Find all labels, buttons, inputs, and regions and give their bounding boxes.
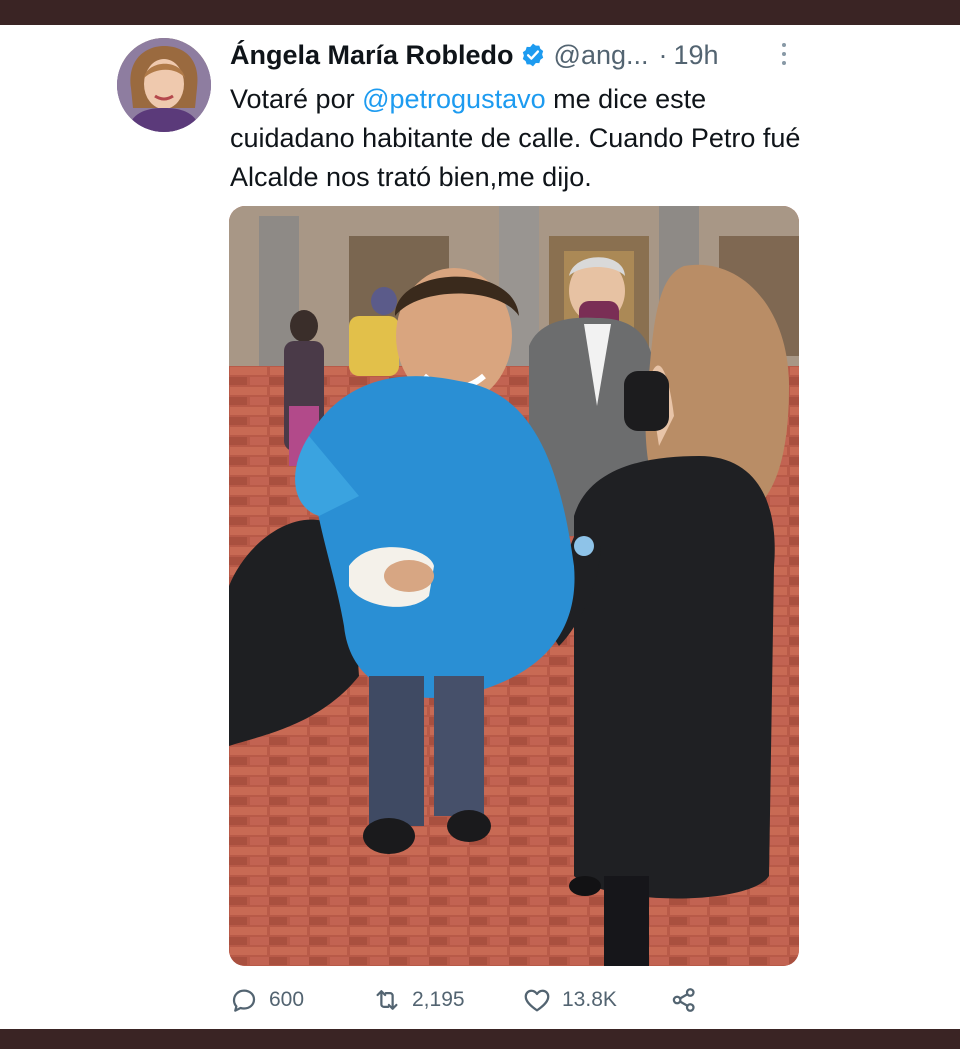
reply-count: 600 xyxy=(269,988,305,1011)
retweet-count: 2,195 xyxy=(412,988,465,1011)
share-icon xyxy=(672,988,695,1012)
tweet-actions: 600 2,195 13.8K xyxy=(229,982,799,1018)
author-handle[interactable]: @ang... xyxy=(554,38,649,72)
retweet-button[interactable]: 2,195 xyxy=(372,985,465,1015)
bottom-frame-bar xyxy=(0,1029,960,1049)
tweet-time[interactable]: 19h xyxy=(674,38,719,72)
avatar[interactable] xyxy=(117,38,211,132)
reply-icon xyxy=(232,989,256,1012)
tweet-text: Votaré por @petrogustavo me dice este cu… xyxy=(230,80,810,197)
author-name[interactable]: Ángela María Robledo xyxy=(230,38,514,72)
like-icon xyxy=(524,989,550,1012)
tweet-text-start: Votaré por xyxy=(230,84,363,114)
retweet-icon xyxy=(376,990,398,1010)
like-button[interactable]: 13.8K xyxy=(522,985,617,1015)
like-count: 13.8K xyxy=(562,988,617,1011)
tweet-header: Ángela María Robledo @ang... · 19h xyxy=(230,38,719,72)
share-button[interactable] xyxy=(669,985,709,1015)
top-frame-bar xyxy=(0,0,960,25)
more-options-icon[interactable] xyxy=(774,40,794,68)
mention-link[interactable]: @petrogustavo xyxy=(362,84,546,114)
tweet-photo[interactable] xyxy=(229,206,799,966)
reply-button[interactable]: 600 xyxy=(229,985,304,1015)
separator-dot: · xyxy=(658,40,668,70)
verified-badge-icon xyxy=(520,42,546,68)
